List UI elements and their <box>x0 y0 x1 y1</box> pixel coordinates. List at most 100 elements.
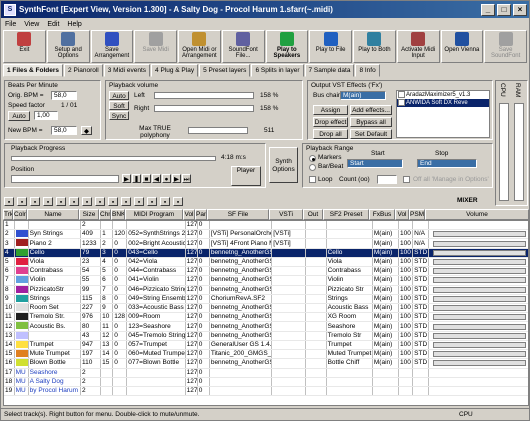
toolbar-button-save-midi[interactable]: Save Midi <box>134 30 177 63</box>
tab-2[interactable]: 2 Pianoroll <box>64 64 103 77</box>
column-header[interactable]: Pan <box>195 209 207 220</box>
rewind-icon[interactable]: ◀ <box>152 174 161 183</box>
merge-icon[interactable]: ▪ <box>56 197 66 206</box>
table-row[interactable]: 11 Tremolo Str. 976 10 128 009=Room 127 0 bennet… <box>4 312 528 323</box>
column-header[interactable]: BNK <box>111 209 125 220</box>
column-header[interactable]: SF File <box>207 209 269 220</box>
color-swatch[interactable] <box>15 276 28 284</box>
mixer-volume-header[interactable]: Volume <box>425 209 529 220</box>
mixer-slider[interactable] <box>428 349 528 360</box>
bypass-all-button[interactable]: Bypass all <box>350 117 392 127</box>
column-header[interactable]: Chnl <box>99 209 111 220</box>
tab-7[interactable]: 7 Sample data <box>304 64 355 77</box>
column-header[interactable]: MIDI Program <box>125 209 183 220</box>
new-bpm-field[interactable]: 58,0 <box>51 126 77 135</box>
mute-icon[interactable]: ▪ <box>17 197 27 206</box>
column-header[interactable]: FxBus <box>369 209 395 220</box>
column-header[interactable]: Name <box>27 209 79 220</box>
mixer-slider[interactable] <box>428 294 528 304</box>
delete-icon[interactable]: ▪ <box>43 197 53 206</box>
toolbar-button-play-to-speakers[interactable]: Play to Speakers <box>265 30 309 63</box>
column-header[interactable]: PSM <box>409 209 425 220</box>
table-row[interactable]: 18 MU A Salty Dog 2 127 0 <box>4 377 528 387</box>
toolbar-button-activate-midi-input[interactable]: Activate Midi Input <box>396 30 440 63</box>
table-row[interactable]: 14 Trumpet 947 13 0 057=Trumpet 127 0 GeneralUse… <box>4 340 528 351</box>
mixer-slider[interactable] <box>428 238 528 249</box>
end-icon[interactable]: ⏭ <box>182 174 191 183</box>
mixer-slider[interactable] <box>428 303 528 314</box>
table-row[interactable]: 6 Contrabass 54 5 0 044=Contrabass 127 0 bennetn… <box>4 266 528 277</box>
tab-8[interactable]: 8 Info <box>355 64 380 77</box>
table-row[interactable]: 15 Mute Trumpet 197 14 0 060=Muted Trumpet 127… <box>4 349 528 360</box>
paste-icon[interactable]: ▪ <box>108 197 118 206</box>
color-swatch[interactable] <box>15 322 28 330</box>
color-swatch[interactable] <box>15 294 28 302</box>
set-default-button[interactable]: Set Default <box>350 129 392 139</box>
fx-item[interactable]: ANWIDA Soft DX Reve <box>397 99 489 107</box>
record-icon[interactable]: ● <box>162 174 171 183</box>
table-row[interactable]: 4 Cello 79 3 0 043=Cello 127 0 bennetng_AnotherG… <box>4 248 528 258</box>
filter-icon[interactable]: ▪ <box>147 197 157 206</box>
mixer-slider[interactable] <box>428 266 528 277</box>
drop-all-button[interactable]: Drop all <box>313 129 348 139</box>
table-row[interactable]: 1 2 127 0 <box>4 221 528 231</box>
tab-5[interactable]: 5 Preset layers <box>199 64 251 77</box>
maximize-button[interactable]: □ <box>497 3 511 16</box>
table-row[interactable]: 3 Piano 2 1233 2 0 002=Bright Acoustic 127 0 [VS… <box>4 238 528 249</box>
color-swatch[interactable] <box>15 350 28 358</box>
mixer-slider[interactable] <box>428 368 528 378</box>
mixer-slider[interactable] <box>428 248 528 258</box>
info-icon[interactable]: ▪ <box>160 197 170 206</box>
menu-help[interactable]: Help <box>67 21 81 28</box>
pause-icon[interactable]: ❚ <box>132 174 141 183</box>
mixer-slider[interactable] <box>428 358 528 369</box>
mixer-slider[interactable] <box>428 321 528 332</box>
play-icon[interactable]: ▶ <box>122 174 131 183</box>
synth-options-button[interactable]: Synth Options <box>269 147 298 183</box>
column-header[interactable]: Vol <box>183 209 195 220</box>
fx-enable-checkbox[interactable] <box>398 91 405 98</box>
player-button[interactable]: Player <box>231 166 261 186</box>
table-row[interactable]: 10 Room Set 227 9 0 033=Acoustic Bass 127 0 benn… <box>4 303 528 314</box>
column-header[interactable]: Vol <box>395 209 409 220</box>
start-select[interactable]: Start <box>347 159 403 168</box>
select-icon[interactable]: ▪ <box>4 197 14 206</box>
mixer-slider[interactable] <box>428 229 528 240</box>
color-swatch[interactable] <box>15 221 28 228</box>
color-swatch[interactable] <box>15 239 28 247</box>
close-button[interactable]: × <box>513 3 527 16</box>
mixer-slider[interactable] <box>428 257 528 268</box>
column-header[interactable]: VSTi <box>269 209 303 220</box>
color-swatch[interactable] <box>15 340 28 348</box>
fx-item[interactable]: AradazMaximizer5_v1.3 <box>397 91 489 99</box>
toolbar-button-setup-and-options[interactable]: Setup and Options <box>46 30 90 63</box>
column-header[interactable]: Size <box>79 209 99 220</box>
color-icon[interactable]: ▪ <box>173 197 183 206</box>
stop-icon[interactable]: ■ <box>142 174 151 183</box>
mixer-slider[interactable] <box>428 377 528 387</box>
markers-radio[interactable] <box>309 155 316 162</box>
menu-view[interactable]: View <box>24 21 39 28</box>
toolbar-button-save-arrangement[interactable]: Save Arrangement <box>90 30 134 63</box>
loop-checkbox[interactable] <box>309 176 316 183</box>
column-header[interactable]: Trk <box>3 209 13 220</box>
color-swatch[interactable] <box>15 313 28 321</box>
mixer-slider[interactable] <box>428 340 528 351</box>
table-row[interactable]: 12 Acoustic Bs. 80 11 0 123=Seashore 127 0 benne… <box>4 321 528 332</box>
auto-tempo-button[interactable]: Auto <box>8 111 30 121</box>
color-swatch[interactable] <box>15 331 28 339</box>
left-volume-bar[interactable] <box>154 92 254 99</box>
mixer-slider[interactable] <box>428 331 528 341</box>
forward-icon[interactable]: ▶ <box>172 174 181 183</box>
color-swatch[interactable] <box>15 230 28 238</box>
track-table[interactable]: 1 2 127 0 2 Syn Strings 409 1 120 052=SynthString… <box>3 220 529 406</box>
toolbar-button-play-to-both[interactable]: Play to Both <box>353 30 396 63</box>
color-swatch[interactable] <box>15 303 28 311</box>
menu-file[interactable]: File <box>5 21 16 28</box>
sort-icon[interactable]: ▪ <box>134 197 144 206</box>
solo-icon[interactable]: ▪ <box>30 197 40 206</box>
toolbar-button-exit[interactable]: Exit <box>3 30 46 63</box>
color-swatch[interactable] <box>15 248 28 256</box>
position-slider[interactable] <box>11 175 119 183</box>
bus-chain-select[interactable]: M(ain) <box>340 91 386 100</box>
